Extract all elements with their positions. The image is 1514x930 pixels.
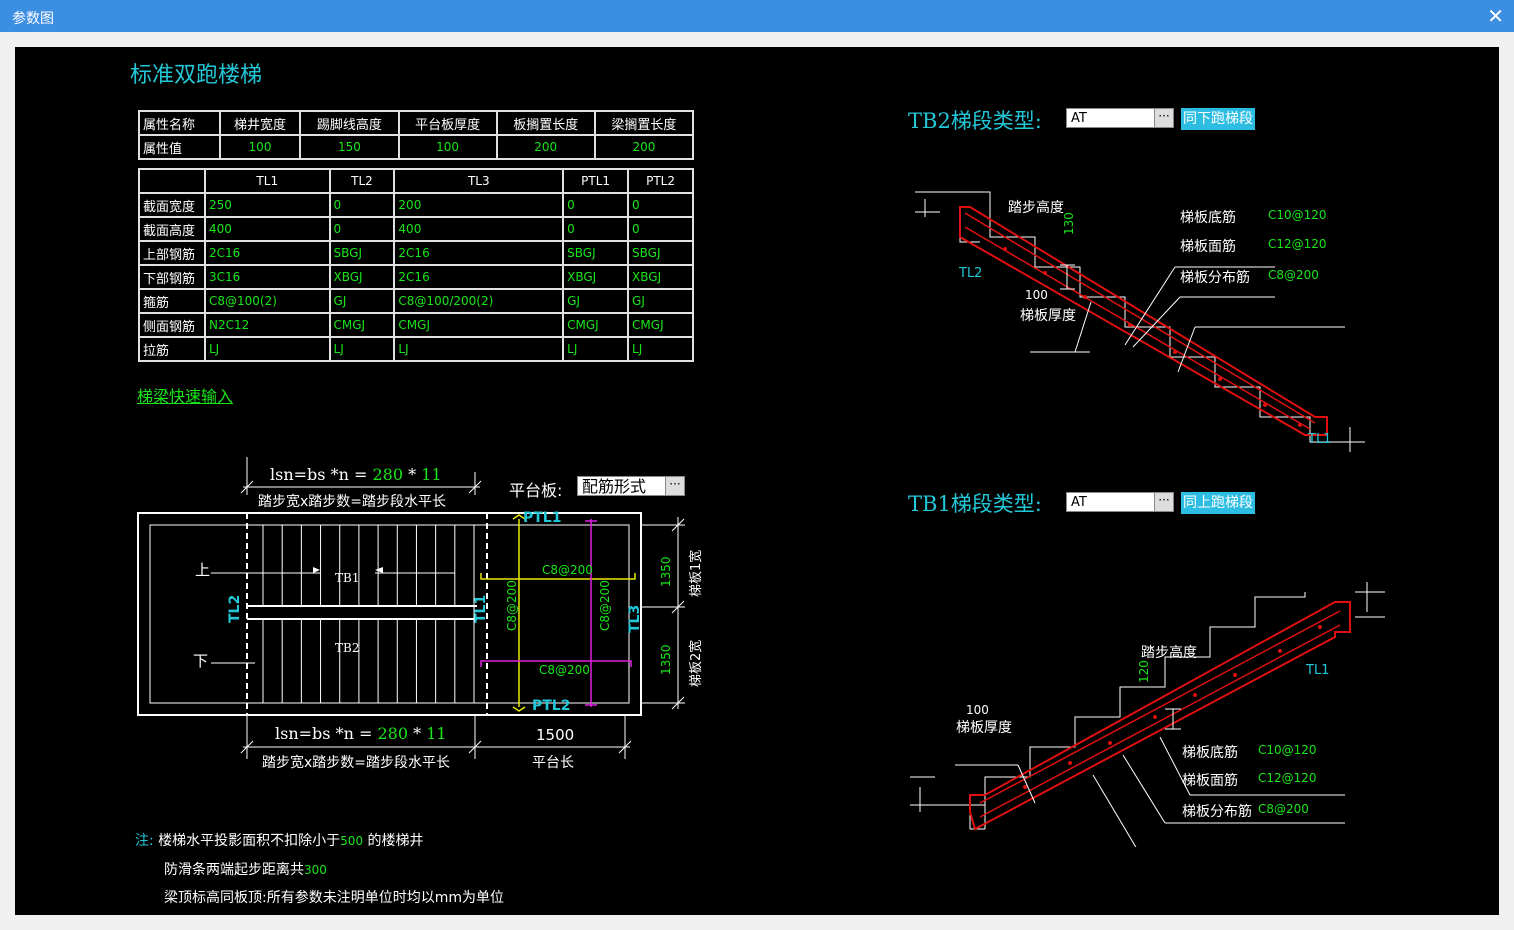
ptl1-label: PTL1 (523, 510, 562, 526)
tb1-type-select[interactable]: AT ··· (1066, 492, 1174, 512)
ellipsis-icon[interactable]: ··· (1154, 493, 1173, 511)
note-value[interactable]: 500 (340, 834, 363, 848)
same-as-upper-button[interactable]: 同上跑梯段 (1181, 492, 1255, 514)
tb1-top-rebar-value[interactable]: C12@120 (1258, 771, 1317, 785)
tb2-top-rebar-value[interactable]: C12@120 (1268, 237, 1327, 251)
step-count-value[interactable]: 11 (421, 465, 441, 484)
tb1-type-label: TB1梯段类型: (908, 492, 1042, 516)
ellipsis-icon[interactable]: ··· (665, 477, 684, 495)
step-width-value[interactable]: 280 (377, 724, 408, 743)
bottom-formula: lsn=bs *n = 280 * 11 (275, 724, 447, 743)
platform-length-value[interactable]: 1500 (536, 726, 574, 744)
note-text: 楼梯水平投影面积不扣除小于 (158, 833, 341, 849)
platform-select-value: 配筋形式 (582, 477, 647, 496)
top-formula-desc: 踏步宽x踏步数=踏步段水平长 (258, 494, 447, 510)
tb2-top-rebar-label: 梯板面筋 (1180, 239, 1236, 255)
tb2-right-beam-label: TL1 (1308, 432, 1332, 447)
note-line-1: 注: 楼梯水平投影面积不扣除小于500 的楼梯井 (135, 830, 424, 850)
tl3-plan-label: TL3 (627, 604, 643, 633)
formula-op: * (408, 724, 427, 743)
tb1-bottom-rebar-label: 梯板底筋 (1182, 745, 1238, 761)
tb2-thickness-label: 梯板厚度 (1020, 308, 1076, 324)
rebar-top-label: C8@200 (542, 563, 593, 577)
tb1-step-height-label: 踏步高度 (1141, 645, 1197, 661)
ellipsis-icon[interactable]: ··· (1154, 109, 1173, 127)
platform-rebar-select[interactable]: 配筋形式 ··· (577, 476, 685, 496)
bottom-formula-desc: 踏步宽x踏步数=踏步段水平长 (262, 755, 451, 771)
down-label: 下 (193, 652, 209, 670)
tb1-bottom-rebar-value[interactable]: C10@120 (1258, 743, 1317, 757)
tb2-type-value: AT (1071, 111, 1087, 126)
width2-label: 梯板2宽 (689, 639, 704, 687)
platform-label: 平台板: (509, 481, 563, 500)
tb1-label: TB1 (335, 571, 360, 585)
tb2-label: TB2 (335, 641, 360, 655)
arrow-icon (313, 567, 320, 573)
up-label: 上 (195, 561, 211, 579)
ptl2-label: PTL2 (532, 698, 571, 714)
tb1-right-beam-label: TL1 (1306, 663, 1330, 678)
tb1-dist-rebar-label: 梯板分布筋 (1182, 804, 1252, 820)
tb2-thickness-value[interactable]: 100 (1025, 288, 1048, 302)
note-line-3: 梁顶标高同板顶:所有参数未注明单位时均以mm为单位 (164, 890, 504, 906)
note-prefix: 注: (135, 833, 154, 849)
window-title: 参数图 (12, 11, 54, 27)
formula-text: lsn=bs *n = (275, 724, 378, 743)
tb2-bottom-rebar-label: 梯板底筋 (1180, 210, 1236, 226)
formula-op: * (403, 465, 422, 484)
same-as-lower-button[interactable]: 同下跑梯段 (1181, 108, 1255, 130)
tb1-top-rebar-label: 梯板面筋 (1182, 773, 1238, 789)
platform-length-label: 平台长 (532, 755, 574, 771)
rebar-bottom-label: C8@200 (539, 663, 590, 677)
step-count-value[interactable]: 11 (426, 724, 446, 743)
width1-value: 1350 (659, 556, 673, 587)
close-icon[interactable]: ✕ (1487, 4, 1504, 28)
top-formula: lsn=bs *n = 280 * 11 (270, 465, 442, 484)
tb1-thickness-value[interactable]: 100 (966, 703, 989, 717)
tb1-type-value: AT (1071, 495, 1087, 510)
note-value[interactable]: 300 (304, 863, 327, 877)
tb2-dist-rebar-value[interactable]: C8@200 (1268, 268, 1319, 282)
tb2-left-beam-label: TL2 (959, 266, 983, 281)
tb2-type-label: TB2梯段类型: (908, 109, 1042, 133)
title-bar: 参数图 ✕ (0, 0, 1514, 32)
formula-text: lsn=bs *n = (270, 465, 373, 484)
tb1-thickness-label: 梯板厚度 (956, 720, 1012, 736)
tb2-bottom-rebar-value[interactable]: C10@120 (1268, 208, 1327, 222)
tl1-plan-label: TL1 (473, 594, 489, 623)
width2-value: 1350 (659, 644, 673, 675)
tl2-plan-label: TL2 (227, 594, 243, 623)
tb2-type-select[interactable]: AT ··· (1066, 108, 1174, 128)
step-width-value[interactable]: 280 (372, 465, 403, 484)
arrow-icon (375, 567, 383, 573)
rebar-vertical-2: C8@200 (598, 580, 612, 631)
tb1-step-height-value[interactable]: 120 (1137, 660, 1151, 683)
note-line-2: 防滑条两端起步距离共300 (164, 859, 327, 879)
cad-canvas: 标准双跑楼梯 属性名称 梯井宽度 踢脚线高度 平台板厚度 板搁置长度 梁搁置长度… (15, 47, 1499, 915)
note-text: 防滑条两端起步距离共 (164, 862, 304, 878)
note-text: 的楼梯井 (363, 833, 424, 849)
width1-label: 梯板1宽 (689, 549, 704, 597)
rebar-vertical-1: C8@200 (505, 580, 519, 631)
tb1-dist-rebar-value[interactable]: C8@200 (1258, 802, 1309, 816)
tb2-dist-rebar-label: 梯板分布筋 (1180, 270, 1250, 286)
tb2-step-height-value[interactable]: 130 (1062, 212, 1076, 235)
tb2-step-height-label: 踏步高度 (1008, 200, 1064, 216)
